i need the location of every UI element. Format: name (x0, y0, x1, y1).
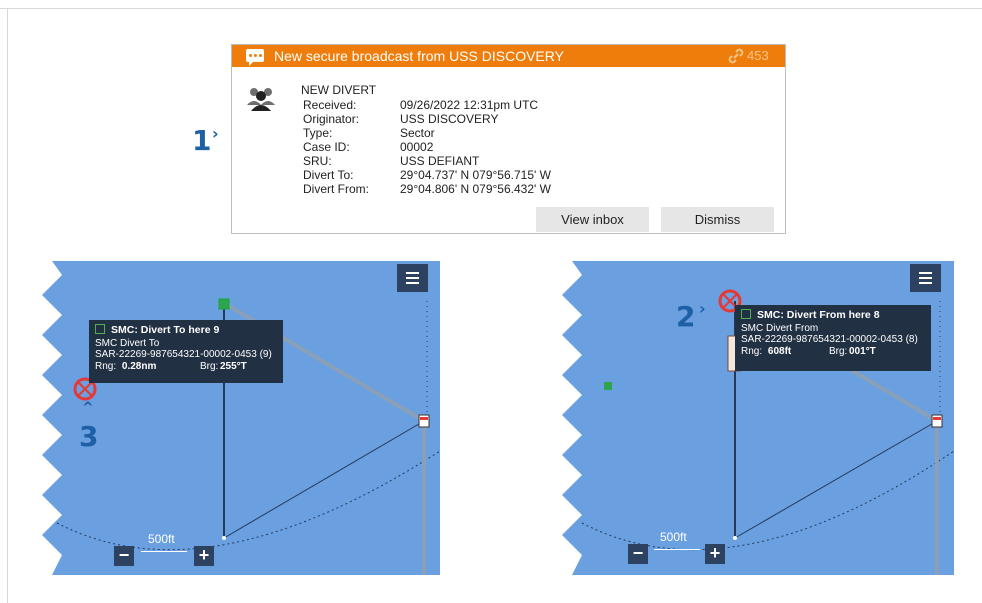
brg-value: 001°T (849, 346, 876, 357)
zoom-in-button[interactable]: + (194, 546, 214, 566)
received-value: 09/26/2022 12:31pm UTC (400, 98, 539, 112)
menu-button[interactable] (397, 264, 428, 292)
waypoint-popup-divert-from[interactable]: SMC: Divert From here 8 SMC Divert From … (735, 305, 931, 371)
divert-from-value: 29°04.806' N 079°56.432' W (400, 182, 551, 196)
sru-value: USS DEFIANT (400, 154, 480, 168)
chart-panel-left[interactable]: SMC: Divert To here 9 SMC Divert To SAR-… (37, 261, 440, 575)
popup-title: SMC: Divert From here 8 (757, 309, 880, 321)
scale-bar (141, 551, 187, 552)
checkbox-icon[interactable] (741, 309, 751, 320)
originator-value: USS DISCOVERY (400, 112, 499, 126)
callout-3: 3 (79, 420, 99, 453)
top-border (0, 8, 982, 9)
type-label: Type: (303, 126, 333, 140)
notification-title: New secure broadcast from USS DISCOVERY (274, 48, 564, 64)
brg-value: 255°T (220, 361, 247, 372)
divert-to-value: 29°04.737' N 079°56.715' W (400, 168, 551, 182)
waypoint-popup-divert-to[interactable]: SMC: Divert To here 9 SMC Divert To SAR-… (89, 320, 283, 383)
rng-value: 608ft (767, 346, 792, 357)
scale-label: 500ft (148, 532, 175, 546)
callout-1-arrow: › (212, 124, 219, 143)
case-id-value: 00002 (400, 140, 434, 154)
broadcast-notification: New secure broadcast from USS DISCOVERY … (231, 44, 786, 234)
message-icon (246, 49, 264, 66)
rng-label: Rng: (95, 361, 117, 372)
received-label: Received: (303, 98, 357, 112)
scale-bar (654, 549, 700, 550)
dismiss-button[interactable]: Dismiss (661, 207, 774, 232)
zoom-in-button[interactable]: + (705, 544, 725, 564)
view-inbox-button[interactable]: View inbox (536, 207, 649, 232)
callout-2-arrow: › (699, 299, 706, 318)
divert-from-label: Divert From: (303, 182, 369, 196)
divert-heading: NEW DIVERT (301, 83, 377, 97)
popup-line1: SMC Divert To (95, 338, 160, 349)
rng-value: 0.28nm (121, 361, 157, 372)
zoom-out-button[interactable]: − (628, 544, 648, 564)
brg-label: Brg: (200, 361, 219, 372)
menu-button[interactable] (910, 264, 941, 292)
checkbox-icon[interactable] (95, 324, 105, 335)
popup-title: SMC: Divert To here 9 (111, 324, 220, 336)
type-value: Sector (400, 126, 435, 140)
link-count: 453 (747, 48, 769, 63)
user-group-icon (247, 88, 275, 111)
popup-line2: SAR-22269-987654321-00002-0453 (9) (95, 349, 272, 360)
chart-canvas-left[interactable] (37, 261, 440, 575)
popup-line2: SAR-22269-987654321-00002-0453 (8) (741, 334, 918, 345)
scale-label: 500ft (660, 530, 687, 544)
divert-to-label: Divert To: (303, 168, 354, 182)
left-border (7, 8, 8, 603)
case-id-label: Case ID: (303, 140, 350, 154)
popup-line1: SMC Divert From (741, 323, 819, 334)
notification-header: New secure broadcast from USS DISCOVERY … (232, 45, 785, 67)
brg-label: Brg: (829, 346, 848, 357)
zoom-out-button[interactable]: − (114, 546, 134, 566)
callout-1: 1 (192, 124, 212, 157)
link-icon (728, 48, 744, 64)
originator-label: Originator: (303, 112, 360, 126)
callout-2: 2 (676, 300, 696, 333)
rng-label: Rng: (741, 346, 763, 357)
callout-3-arrow: ^ (82, 400, 94, 416)
sru-label: SRU: (303, 154, 332, 168)
chart-panel-right[interactable]: SMC: Divert From here 8 SMC Divert From … (562, 261, 954, 575)
